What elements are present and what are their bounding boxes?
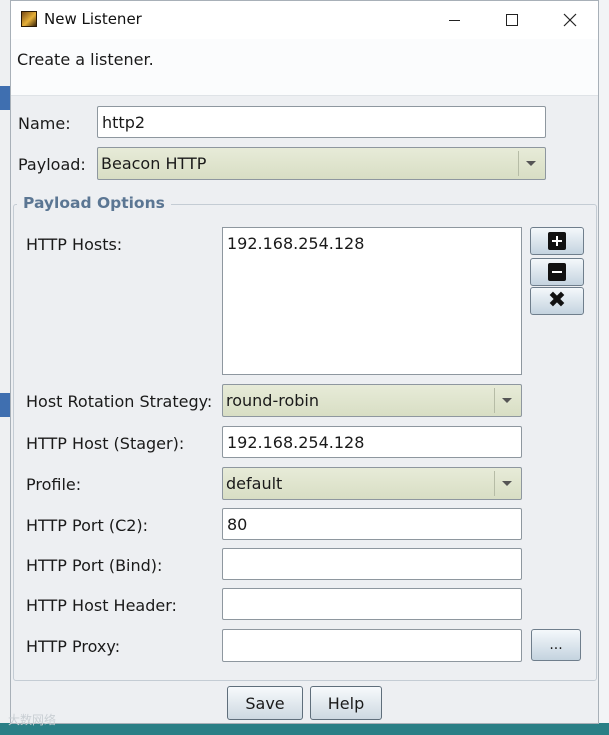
chevron-down-icon [502,398,512,403]
http-proxy-input[interactable] [222,629,522,662]
x-icon: ✖ [547,288,567,313]
title-bar: New Listener [11,1,598,39]
http-hosts-list[interactable]: 192.168.254.128 [222,227,522,375]
payload-selected-value: Beacon HTTP [101,154,207,173]
host-header-label: HTTP Host Header: [26,596,177,615]
payload-options-title: Payload Options [17,194,171,212]
new-listener-dialog: New Listener Create a listener. Name: ht… [10,0,599,724]
host-header-input[interactable] [222,588,522,620]
profile-dropdown-arrow[interactable] [494,471,519,496]
maximize-icon [506,14,518,26]
port-c2-label: HTTP Port (C2): [26,516,149,535]
name-input[interactable]: http2 [97,106,546,138]
description-panel: Create a listener. [11,39,598,96]
name-label: Name: [18,114,71,133]
payload-select[interactable]: Beacon HTTP [97,147,546,180]
clear-hosts-button[interactable]: ✖ [530,287,584,315]
maximize-button[interactable] [489,1,535,39]
minimize-button[interactable] [431,1,477,39]
minus-square-icon [548,263,566,281]
host-rotation-label: Host Rotation Strategy: [26,392,213,411]
profile-selected-value: default [226,474,283,493]
description-text: Create a listener. [17,50,154,69]
help-button[interactable]: Help [310,686,382,720]
window-title: New Listener [44,10,142,28]
remove-host-button[interactable] [530,258,584,286]
background-window-left [0,0,10,735]
watermark: 大数网络 [8,713,57,727]
port-c2-input[interactable]: 80 [222,508,522,540]
background-selection [0,86,10,110]
chevron-down-icon [526,161,536,166]
stager-host-label: HTTP Host (Stager): [26,434,185,453]
profile-label: Profile: [26,475,82,494]
save-button[interactable]: Save [227,686,303,720]
payload-label: Payload: [18,155,86,174]
http-host-item[interactable]: 192.168.254.128 [227,234,517,253]
add-host-button[interactable] [530,227,584,255]
background-taskbar-strip [0,723,609,735]
port-bind-input[interactable] [222,548,522,580]
plus-square-icon [548,232,566,250]
host-rotation-select[interactable]: round-robin [222,384,522,417]
host-rotation-dropdown-arrow[interactable] [494,388,519,413]
minimize-icon [448,19,460,21]
payload-dropdown-arrow[interactable] [518,151,543,176]
background-selection [0,393,10,417]
http-hosts-label: HTTP Hosts: [26,235,123,254]
http-proxy-label: HTTP Proxy: [26,637,121,656]
host-rotation-selected-value: round-robin [226,391,319,410]
background-window-right [599,0,609,735]
proxy-settings-button[interactable]: ... [531,629,581,661]
profile-select[interactable]: default [222,467,522,500]
stager-host-input[interactable]: 192.168.254.128 [222,426,522,458]
port-bind-label: HTTP Port (Bind): [26,556,163,575]
close-button[interactable] [547,1,593,39]
close-icon [563,13,577,27]
app-icon [21,11,37,27]
chevron-down-icon [502,481,512,486]
